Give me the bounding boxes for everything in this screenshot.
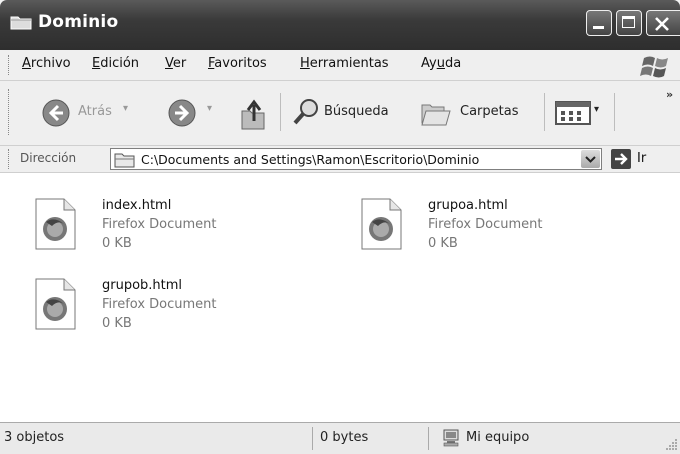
menu-edicion[interactable]: Edición — [92, 56, 139, 71]
go-button[interactable] — [611, 149, 631, 169]
folder-icon — [114, 153, 135, 168]
toolbar-overflow-chevron[interactable]: » — [666, 88, 673, 101]
menu-grip[interactable] — [8, 55, 11, 75]
folders-label: Carpetas — [460, 104, 519, 119]
back-arrow-icon — [42, 99, 70, 127]
file-name: index.html — [102, 198, 172, 213]
file-type: Firefox Document — [102, 297, 217, 312]
explorer-window: Dominio Archivo Edición Ver Favoritos He… — [0, 0, 680, 454]
toolbar-separator — [614, 93, 615, 131]
address-bar: Dirección C:\Documents and Settings\Ramo… — [0, 146, 680, 173]
address-input[interactable]: C:\Documents and Settings\Ramon\Escritor… — [110, 148, 602, 170]
address-dropdown-button[interactable] — [581, 150, 600, 168]
file-item[interactable]: index.html Firefox Document 0 KB — [34, 194, 294, 274]
file-item[interactable]: grupoa.html Firefox Document 0 KB — [360, 194, 620, 274]
go-label[interactable]: Ir — [637, 151, 646, 166]
file-type: Firefox Document — [428, 217, 543, 232]
window-title: Dominio — [38, 12, 119, 32]
menu-ver[interactable]: Ver — [165, 56, 186, 71]
file-name: grupoa.html — [428, 198, 508, 213]
status-object-count: 3 objetos — [4, 430, 65, 445]
menu-herramientas[interactable]: Herramientas — [300, 56, 389, 71]
search-button[interactable]: Búsqueda — [290, 91, 412, 133]
toolbar-grip[interactable] — [8, 89, 11, 135]
windows-logo-icon — [640, 56, 668, 78]
minimize-icon — [593, 26, 604, 29]
toolbar-separator — [544, 93, 545, 131]
search-label: Búsqueda — [324, 104, 389, 119]
up-folder-button[interactable] — [238, 97, 270, 131]
status-bytes: 0 bytes — [320, 430, 369, 445]
back-label: Atrás — [78, 104, 112, 119]
status-bar: 3 objetos 0 bytes Mi equipo — [0, 422, 680, 454]
minimize-button[interactable] — [586, 10, 612, 36]
status-location: Mi equipo — [466, 430, 530, 445]
chevron-down-icon — [585, 156, 596, 163]
file-size: 0 KB — [102, 236, 132, 251]
file-list[interactable]: index.html Firefox Document 0 KB grupoa.… — [0, 173, 680, 422]
menu-archivo[interactable]: Archivo — [22, 56, 71, 71]
search-icon — [293, 99, 318, 125]
standard-toolbar: Atrás ▾ ▾ Búsqueda Carpetas ▾ — [0, 81, 680, 146]
back-dropdown-icon[interactable]: ▾ — [123, 103, 128, 114]
views-button[interactable]: ▾ — [553, 99, 605, 127]
firefox-document-icon — [361, 198, 402, 250]
firefox-document-icon — [35, 278, 76, 330]
title-bar[interactable]: Dominio — [0, 0, 680, 50]
views-dropdown-icon[interactable]: ▾ — [594, 104, 599, 115]
folders-icon — [421, 104, 451, 126]
menu-ayuda[interactable]: Ayuda — [421, 56, 461, 71]
computer-icon — [443, 429, 459, 447]
views-icon — [555, 101, 591, 125]
forward-arrow-icon — [168, 99, 196, 127]
address-grip[interactable] — [8, 149, 11, 169]
status-divider — [312, 427, 313, 450]
toolbar-separator — [280, 93, 281, 131]
firefox-document-icon — [35, 198, 76, 250]
menu-favoritos[interactable]: Favoritos — [208, 56, 267, 71]
maximize-icon — [622, 16, 635, 28]
file-type: Firefox Document — [102, 217, 217, 232]
file-size: 0 KB — [428, 236, 458, 251]
folder-icon — [10, 16, 32, 30]
file-size: 0 KB — [102, 316, 132, 331]
forward-button[interactable]: ▾ — [164, 91, 226, 133]
file-item[interactable]: grupob.html Firefox Document 0 KB — [34, 274, 294, 354]
status-divider — [428, 427, 429, 450]
close-icon — [655, 17, 669, 31]
back-button[interactable]: Atrás ▾ — [20, 91, 150, 133]
folders-button[interactable]: Carpetas — [418, 91, 536, 133]
file-name: grupob.html — [102, 278, 183, 293]
forward-dropdown-icon[interactable]: ▾ — [207, 103, 212, 114]
resize-grip-icon[interactable] — [664, 437, 678, 451]
maximize-button[interactable] — [616, 10, 642, 36]
address-path: C:\Documents and Settings\Ramon\Escritor… — [141, 152, 480, 167]
close-button[interactable] — [646, 10, 680, 36]
address-label: Dirección — [20, 151, 77, 165]
menu-bar: Archivo Edición Ver Favoritos Herramient… — [0, 50, 680, 81]
go-arrow-icon — [615, 153, 628, 165]
